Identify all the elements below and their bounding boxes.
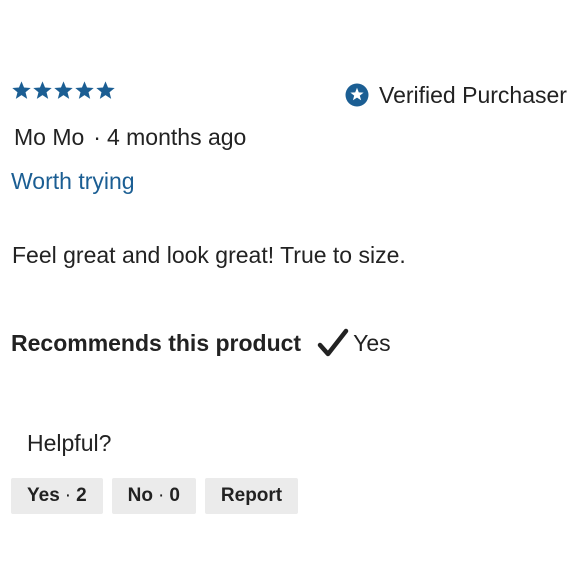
star-rating bbox=[11, 80, 116, 101]
no-separator: · bbox=[158, 485, 165, 506]
helpful-yes-button[interactable]: Yes · 2 bbox=[11, 478, 103, 514]
verified-purchaser-label: Verified Purchaser bbox=[379, 82, 567, 108]
star-icon bbox=[96, 81, 115, 99]
star-icon bbox=[12, 81, 31, 99]
helpful-no-button[interactable]: No · 0 bbox=[111, 478, 196, 514]
no-count: 0 bbox=[169, 485, 180, 506]
yes-label: Yes bbox=[27, 485, 60, 506]
helpful-vote-row: Yes · 2 No · 0 Report bbox=[11, 478, 299, 514]
helpful-label: Helpful? bbox=[27, 430, 112, 456]
report-button[interactable]: Report bbox=[204, 478, 299, 514]
star-icon bbox=[33, 81, 52, 99]
recommend-value: Yes bbox=[353, 330, 391, 356]
verified-purchaser-badge: Verified Purchaser bbox=[345, 81, 567, 109]
star-icon bbox=[54, 81, 73, 99]
checkmark-icon bbox=[317, 328, 349, 357]
review-author: Mo Mo bbox=[14, 124, 85, 150]
review-body: Feel great and look great! True to size. bbox=[12, 242, 406, 268]
review-title: Worth trying bbox=[11, 168, 135, 194]
meta-separator: · bbox=[93, 124, 101, 150]
star-icon bbox=[75, 81, 94, 99]
yes-separator: · bbox=[64, 485, 72, 506]
no-label: No bbox=[127, 485, 153, 506]
review-meta: Mo Mo · 4 months ago bbox=[14, 123, 246, 151]
verified-badge-icon bbox=[345, 83, 369, 107]
recommendation: Recommends this product Yes bbox=[11, 328, 391, 358]
recommend-label: Recommends this product bbox=[11, 330, 302, 356]
yes-count: 2 bbox=[76, 485, 87, 506]
review-time: 4 months ago bbox=[106, 124, 247, 150]
